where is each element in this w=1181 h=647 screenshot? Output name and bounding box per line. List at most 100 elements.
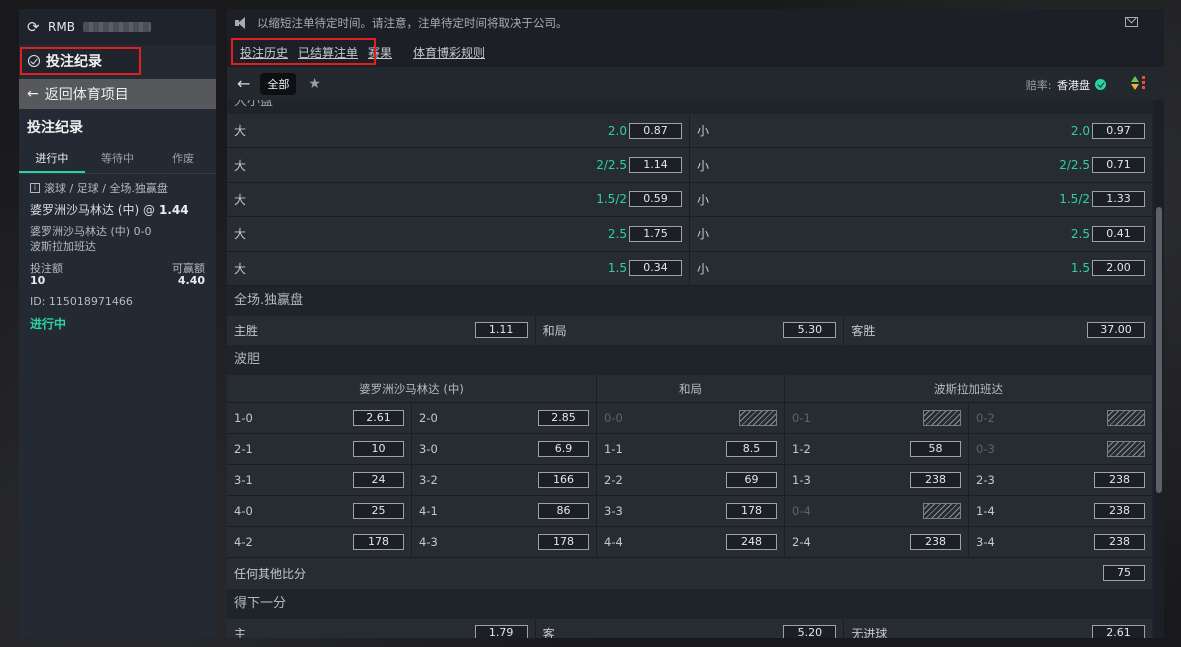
tab-void[interactable]: 作废 <box>150 146 216 173</box>
over-cell[interactable]: 大 2.0 0.87 <box>227 114 689 148</box>
odds-box[interactable]: 86 <box>538 502 589 519</box>
back-to-sports-label: 返回体育项目 <box>44 87 129 103</box>
cs-cell[interactable]: 4-2 178 <box>227 526 411 557</box>
cs-cell[interactable]: 2-3 238 <box>968 464 1152 495</box>
cs-cell[interactable]: 1-4 238 <box>968 495 1152 526</box>
sort-icon[interactable] <box>1129 75 1149 93</box>
ng-none[interactable]: 无进球 2.61 <box>843 618 1152 638</box>
tab-pending[interactable]: 等待中 <box>85 146 151 173</box>
section-title-next-goal: 得下一分 <box>227 588 1152 619</box>
star-icon[interactable]: ★ <box>308 76 321 92</box>
odds-box[interactable]: 6.9 <box>538 440 589 457</box>
odds-box[interactable]: 0.71 <box>1092 157 1145 174</box>
odds-box[interactable]: 0.41 <box>1092 225 1145 242</box>
odds-box[interactable]: 24 <box>353 471 404 488</box>
cs-cell[interactable]: 3-1 24 <box>227 464 411 495</box>
odds-box[interactable]: 58 <box>910 440 961 457</box>
odds-box[interactable]: 178 <box>538 533 589 550</box>
odds-box[interactable]: 238 <box>910 533 961 550</box>
odds-box[interactable]: 2.61 <box>353 409 404 426</box>
odds-box[interactable]: 1.79 <box>474 625 528 638</box>
over-label: 大 <box>234 227 247 242</box>
under-cell[interactable]: 小 2.0 0.97 <box>689 114 1152 148</box>
ng-home[interactable]: 主 1.79 <box>227 618 535 638</box>
ml-home[interactable]: 主胜 1.11 <box>227 315 535 345</box>
tab-in-progress[interactable]: 进行中 <box>19 146 85 173</box>
over-label: 大 <box>234 158 247 173</box>
over-cell[interactable]: 大 1.5 0.34 <box>227 251 689 285</box>
cs-cell[interactable]: 4-1 86 <box>411 495 596 526</box>
back-to-sports-button[interactable]: ← 返回体育项目 <box>19 79 216 109</box>
info-icon[interactable]: i <box>30 183 40 193</box>
scrollbar-thumb[interactable] <box>1156 207 1162 493</box>
under-cell[interactable]: 小 2.5 0.41 <box>689 217 1152 251</box>
odds-box[interactable]: 178 <box>353 533 404 550</box>
cs-cell[interactable]: 3-3 178 <box>596 495 784 526</box>
speaker-icon <box>235 17 249 29</box>
odds-box[interactable]: 248 <box>726 533 777 550</box>
cs-cell[interactable]: 3-0 6.9 <box>411 433 596 464</box>
tab-sports-rules[interactable]: 体育博彩规则 <box>413 44 485 61</box>
mail-icon[interactable] <box>1125 17 1138 27</box>
odds-box[interactable]: 37.00 <box>1087 322 1146 339</box>
score-label: 0-0 <box>604 410 623 425</box>
cs-cell[interactable]: 2-2 69 <box>596 464 784 495</box>
any-other-score-row[interactable]: 任何其他比分 75 <box>227 557 1152 589</box>
back-arrow-icon[interactable]: ← <box>237 74 250 93</box>
under-cell[interactable]: 小 1.5 2.00 <box>689 251 1152 285</box>
cs-cell[interactable]: 2-0 2.85 <box>411 402 596 433</box>
odds-type-selector[interactable]: 赔率: 香港盘 <box>1026 77 1106 93</box>
over-cell[interactable]: 大 2/2.5 1.14 <box>227 148 689 182</box>
odds-box[interactable]: 2.61 <box>1092 625 1146 638</box>
cs-cell[interactable]: 4-0 25 <box>227 495 411 526</box>
odds-box[interactable]: 2.85 <box>538 409 589 426</box>
cs-cell[interactable]: 3-2 166 <box>411 464 596 495</box>
odds-box[interactable]: 0.59 <box>629 191 682 208</box>
odds-box[interactable]: 1.11 <box>474 322 528 339</box>
over-cell[interactable]: 大 1.5/2 0.59 <box>227 182 689 217</box>
odds-box[interactable]: 1.33 <box>1092 191 1145 208</box>
odds-box[interactable]: 238 <box>910 471 961 488</box>
score-label: 3-4 <box>976 534 995 549</box>
odds-box[interactable]: 10 <box>353 440 404 457</box>
odds-box[interactable]: 2.00 <box>1092 260 1145 277</box>
odds-box[interactable]: 0.34 <box>629 260 682 277</box>
odds-box[interactable]: 8.5 <box>726 440 777 457</box>
odds-box[interactable]: 166 <box>538 471 589 488</box>
odds-box[interactable]: 5.20 <box>783 625 837 638</box>
under-cell[interactable]: 小 1.5/2 1.33 <box>689 182 1152 217</box>
ml-draw[interactable]: 和局 5.30 <box>534 315 844 345</box>
odds-box[interactable]: 238 <box>1094 533 1145 550</box>
stake-value: 10 <box>30 274 46 287</box>
odds-box[interactable]: 238 <box>1094 502 1145 519</box>
odds-box[interactable]: 25 <box>353 502 404 519</box>
cs-cell[interactable]: 1-1 8.5 <box>596 433 784 464</box>
cs-cell[interactable]: 3-4 238 <box>968 526 1152 557</box>
odds-box[interactable]: 1.14 <box>629 157 682 174</box>
over-cell[interactable]: 大 2.5 1.75 <box>227 217 689 251</box>
odds-box[interactable]: 0.97 <box>1092 122 1145 139</box>
odds-box[interactable]: 1.75 <box>629 225 682 242</box>
bet-record-header[interactable]: 投注纪录 <box>20 47 141 75</box>
odds-box[interactable]: 75 <box>1103 565 1145 582</box>
cs-cell[interactable]: 1-2 58 <box>784 433 968 464</box>
cs-cell[interactable]: 2-4 238 <box>784 526 968 557</box>
cs-head-draw: 和局 <box>596 374 784 402</box>
cs-cell[interactable]: 4-3 178 <box>411 526 596 557</box>
filter-all-chip[interactable]: 全部 <box>260 72 297 95</box>
under-cell[interactable]: 小 2/2.5 0.71 <box>689 148 1152 182</box>
cs-cell[interactable]: 2-1 10 <box>227 433 411 464</box>
cs-cell[interactable]: 1-3 238 <box>784 464 968 495</box>
odds-box[interactable]: 5.30 <box>783 322 837 339</box>
refresh-icon[interactable]: ⟳ <box>27 20 41 35</box>
odds-box[interactable]: 0.87 <box>629 122 682 139</box>
odds-box[interactable]: 238 <box>1094 471 1145 488</box>
ml-away[interactable]: 客胜 37.00 <box>843 315 1152 345</box>
ng-away[interactable]: 客 5.20 <box>534 618 844 638</box>
score-label: 3-0 <box>419 441 438 456</box>
cs-cell[interactable]: 4-4 248 <box>596 526 784 557</box>
odds-box[interactable]: 178 <box>726 502 777 519</box>
odds-box[interactable]: 69 <box>726 471 777 488</box>
cs-cell[interactable]: 1-0 2.61 <box>227 402 411 433</box>
bet-id: ID: 115018971466 <box>30 295 133 308</box>
